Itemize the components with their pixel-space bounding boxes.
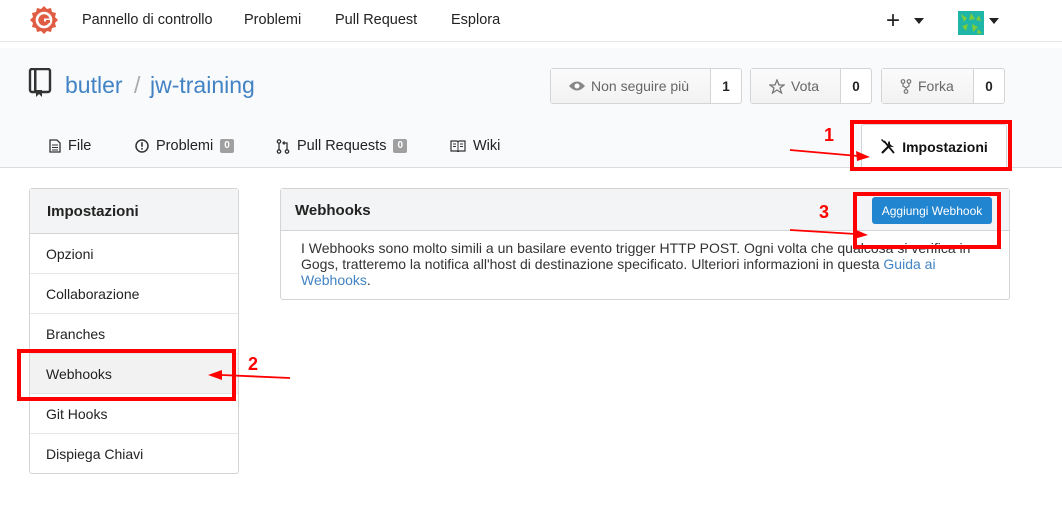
arrow-2-head (208, 370, 222, 380)
arrow-3-head (854, 229, 868, 239)
annotation-arrows (208, 149, 870, 380)
arrow-1-head (856, 151, 870, 161)
arrow-1-line (789, 149, 859, 157)
arrow-3-line (789, 229, 857, 235)
arrow-2-line (221, 374, 291, 379)
